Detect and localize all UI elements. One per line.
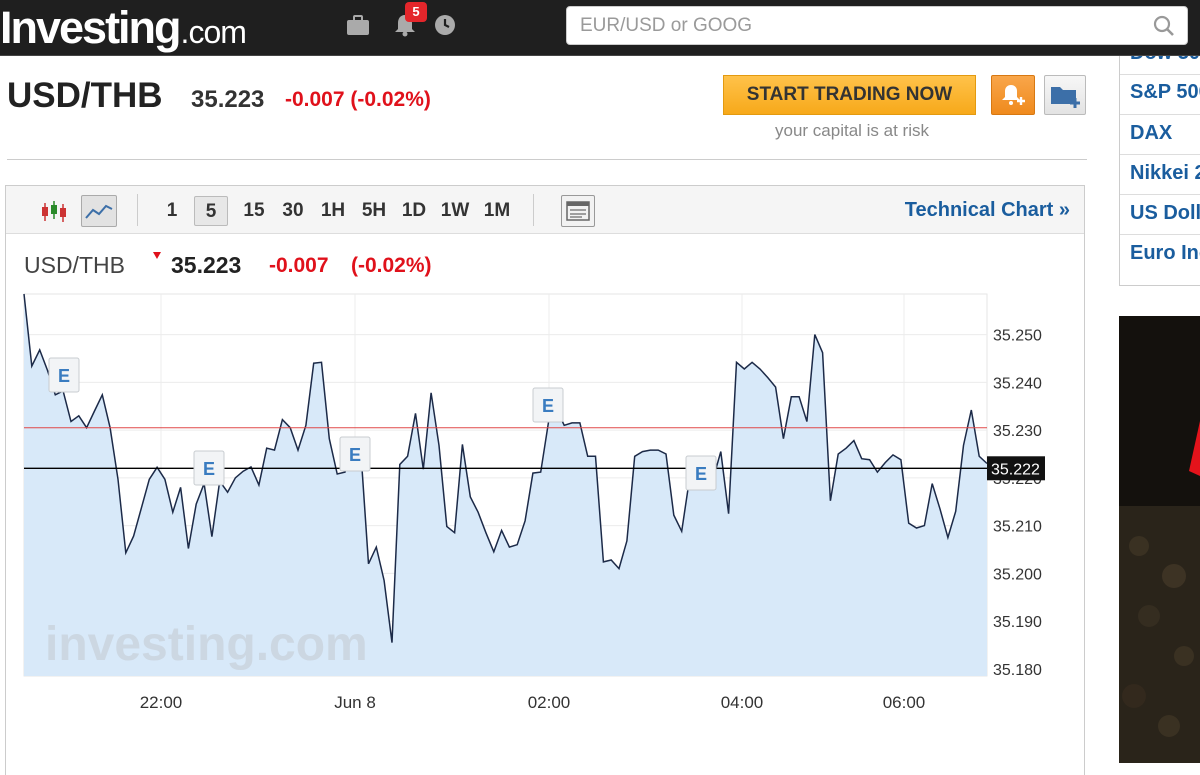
- sidebar-divider: [1120, 74, 1200, 75]
- sidebar-item-dax[interactable]: DAX: [1130, 122, 1172, 145]
- sidebar-item-euro-index[interactable]: Euro Index: [1130, 242, 1200, 265]
- event-marker-label: E: [58, 366, 70, 386]
- sidebar-item-us-dollar-index[interactable]: US Dollar Index: [1130, 202, 1200, 225]
- event-marker-label: E: [695, 464, 707, 484]
- sidebar-divider: [1120, 154, 1200, 155]
- markets-sidebar: Dow 30 S&P 500 DAX Nikkei 225 US Dollar …: [1119, 56, 1200, 286]
- y-tick-label: 35.210: [993, 519, 1042, 536]
- y-tick-label: 35.190: [993, 614, 1042, 631]
- y-tick-label: 35.230: [993, 423, 1042, 440]
- chart-watermark: investing.com: [45, 618, 368, 671]
- x-tick-label: Jun 8: [334, 693, 376, 712]
- sidebar-item-nikkei[interactable]: Nikkei 225: [1130, 162, 1200, 185]
- sidebar-divider: [1120, 234, 1200, 235]
- y-tick-label: 35.250: [993, 328, 1042, 345]
- event-marker-label: E: [542, 396, 554, 416]
- sidebar-item-dow[interactable]: Dow 30: [1130, 56, 1200, 65]
- sidebar-item-sp500[interactable]: S&P 500: [1130, 81, 1200, 104]
- y-tick-label: 35.200: [993, 566, 1042, 583]
- sidebar-divider: [1120, 114, 1200, 115]
- x-tick-label: 22:00: [140, 693, 183, 712]
- ad-image: [1119, 316, 1200, 763]
- x-tick-label: 04:00: [721, 693, 764, 712]
- advertisement-banner[interactable]: [1119, 316, 1200, 763]
- price-chart[interactable]: 35.25035.24035.23035.22035.21035.20035.1…: [0, 0, 1200, 763]
- sidebar-divider: [1120, 194, 1200, 195]
- y-tick-label: 35.180: [993, 662, 1042, 679]
- event-marker-label: E: [349, 445, 361, 465]
- y-tick-label: 35.240: [993, 375, 1042, 392]
- x-tick-label: 06:00: [883, 693, 926, 712]
- current-price-label: 35.222: [991, 461, 1040, 478]
- event-marker-label: E: [203, 459, 215, 479]
- x-tick-label: 02:00: [528, 693, 571, 712]
